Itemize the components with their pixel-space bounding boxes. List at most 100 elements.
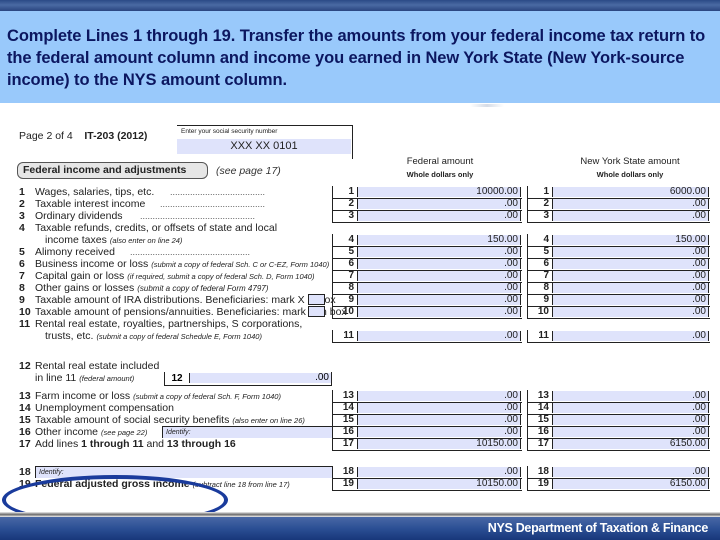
line-7-federal-box-number: 7 [348, 270, 354, 281]
line-text: Taxable amount of social security benefi… [35, 414, 230, 426]
line-16-federal-input[interactable]: .00 [357, 427, 521, 437]
banner-shadow [470, 104, 504, 107]
line-8-nys-input[interactable]: .00 [552, 283, 709, 293]
line-number: 7 [19, 270, 25, 282]
line-4-nys-input[interactable]: 150.00 [552, 235, 709, 245]
line-text: Taxable amount of IRA distributions. Ben… [35, 294, 336, 306]
line-8-label: 8 Other gains or losses (submit a copy of … [19, 282, 268, 294]
form-header: Page 2 of 4 IT-203 (2012) [19, 130, 147, 142]
ssn-input[interactable]: XXX XX 0101 [177, 139, 351, 154]
row-divider [332, 490, 522, 491]
line-2-nys-row: 2.00 [527, 198, 710, 210]
line-15-federal-input[interactable]: .00 [357, 415, 521, 425]
line-8-federal-row: 8.00 [332, 282, 522, 294]
row-divider [332, 318, 522, 319]
line-6-federal-input[interactable]: .00 [357, 259, 521, 269]
line-10-nys-input[interactable]: .00 [552, 307, 709, 317]
line-11-federal-input[interactable]: .00 [357, 331, 521, 341]
line-12-federal-input[interactable]: .00 [189, 373, 331, 383]
line-text: Unemployment compensation [35, 402, 174, 414]
line-9-beneficiary-checkbox[interactable] [308, 294, 325, 305]
line-18-nys-box-number: 18 [537, 466, 549, 477]
line-note: (submit a copy of federal Sch. C or C-EZ… [151, 260, 330, 269]
line-number: 17 [19, 438, 31, 450]
line-14-federal-input[interactable]: .00 [357, 403, 521, 413]
line-number: 6 [19, 258, 25, 270]
line-13-nys-input[interactable]: .00 [552, 391, 709, 401]
line-8-nys-box-number: 8 [543, 282, 549, 293]
line-19-nys-input[interactable]: 6150.00 [552, 479, 709, 489]
line-text-bold: 1 through 11 [81, 438, 144, 450]
line-17-nys-box-number: 17 [537, 438, 549, 449]
it203-form: Page 2 of 4 IT-203 (2012) Enter your soc… [0, 110, 720, 525]
line-13-label: 13 Farm income or loss (submit a copy of f… [19, 390, 281, 402]
line-16-identify-input[interactable]: Identify: [162, 426, 332, 438]
row-divider [332, 222, 522, 223]
line-18-federal-row: 18.00 [332, 466, 522, 478]
form-id: IT-203 (2012) [84, 130, 148, 142]
line-1-federal-box-number: 1 [348, 186, 354, 197]
line-19-federal-input[interactable]: 10150.00 [357, 479, 521, 489]
line-number: 9 [19, 294, 25, 306]
line-6-nys-row: 6.00 [527, 258, 710, 270]
line-1-nys-row: 1 6000.00 [527, 186, 710, 198]
line-9-nys-input[interactable]: .00 [552, 295, 709, 305]
line-17-nys-input[interactable]: 6150.00 [552, 439, 709, 449]
line-9-federal-box-number: 9 [348, 294, 354, 305]
line-16-nys-row: 16.00 [527, 426, 710, 438]
line-5-federal-input[interactable]: .00 [357, 247, 521, 257]
ssn-label: Enter your social security number [181, 128, 278, 135]
line-9-federal-input[interactable]: .00 [357, 295, 521, 305]
ssn-field-box: Enter your social security number XXX XX… [177, 125, 353, 159]
line-3-federal-input[interactable]: .00 [357, 211, 521, 221]
line-11-nys-box-number: 11 [538, 330, 549, 341]
line-18-nys-input[interactable]: .00 [552, 467, 709, 477]
line-14-nys-input[interactable]: .00 [552, 403, 709, 413]
line-10-label: 10 Taxable amount of pensions/annuities. … [19, 306, 347, 318]
line-16-nys-input[interactable]: .00 [552, 427, 709, 437]
line-note: (also enter on line 26) [232, 416, 305, 425]
line-17-federal-input[interactable]: 10150.00 [357, 439, 521, 449]
line-13-federal-input[interactable]: .00 [357, 391, 521, 401]
footer-org-name: NYS Department of Taxation & Finance [487, 521, 709, 535]
line-7-federal-input[interactable]: .00 [357, 271, 521, 281]
line-11-federal-row: 11.00 [332, 330, 522, 342]
line-10-federal-input[interactable]: .00 [357, 307, 521, 317]
row-divider [332, 450, 522, 451]
line-11-nys-input[interactable]: .00 [552, 331, 709, 341]
line-3-nys-input[interactable]: .00 [552, 211, 709, 221]
line-text: Ordinary dividends [35, 210, 123, 222]
line-10-nys-box-number: 10 [537, 306, 549, 317]
line-8-federal-input[interactable]: .00 [357, 283, 521, 293]
line-19-nys-row: 19 6150.00 [527, 478, 710, 490]
line-15-federal-box-number: 15 [342, 414, 354, 425]
line-12-label: 12 Rental real estate included [19, 360, 159, 372]
line-10-federal-row: 10.00 [332, 306, 522, 318]
line-text: income taxes [45, 234, 107, 246]
line-10-beneficiary-checkbox[interactable] [308, 306, 325, 317]
line-5-label: 5 Alimony received [19, 246, 115, 258]
line-5-nys-input[interactable]: .00 [552, 247, 709, 257]
line-12-amount-field: 12.00 [164, 372, 332, 386]
line-number: 2 [19, 198, 25, 210]
line-6-nys-input[interactable]: .00 [552, 259, 709, 269]
line-3-nys-box-number: 3 [543, 210, 549, 221]
line-12-label-cont: in line 11 (federal amount) [35, 372, 134, 384]
line-13-nys-row: 13.00 [527, 390, 710, 402]
line-15-nys-input[interactable]: .00 [552, 415, 709, 425]
line-18-federal-input[interactable]: .00 [357, 467, 521, 477]
line-1-nys-input[interactable]: 6000.00 [552, 187, 709, 197]
line-6-nys-box-number: 6 [543, 258, 549, 269]
line-4-federal-input[interactable]: 150.00 [357, 235, 521, 245]
line-2-nys-input[interactable]: .00 [552, 199, 709, 209]
line-9-nys-row: 9.00 [527, 294, 710, 306]
line-7-nys-input[interactable]: .00 [552, 271, 709, 281]
line-number: 16 [19, 426, 31, 438]
line-2-federal-input[interactable]: .00 [357, 199, 521, 209]
line-4-federal-box-number: 4 [348, 234, 354, 245]
line-number: 15 [19, 414, 31, 426]
line-19-federal-row: 19 10150.00 [332, 478, 522, 490]
line-note: (submit a copy of federal Form 4797) [137, 284, 269, 293]
line-1-federal-input[interactable]: 10000.00 [357, 187, 521, 197]
row-divider [332, 342, 522, 343]
